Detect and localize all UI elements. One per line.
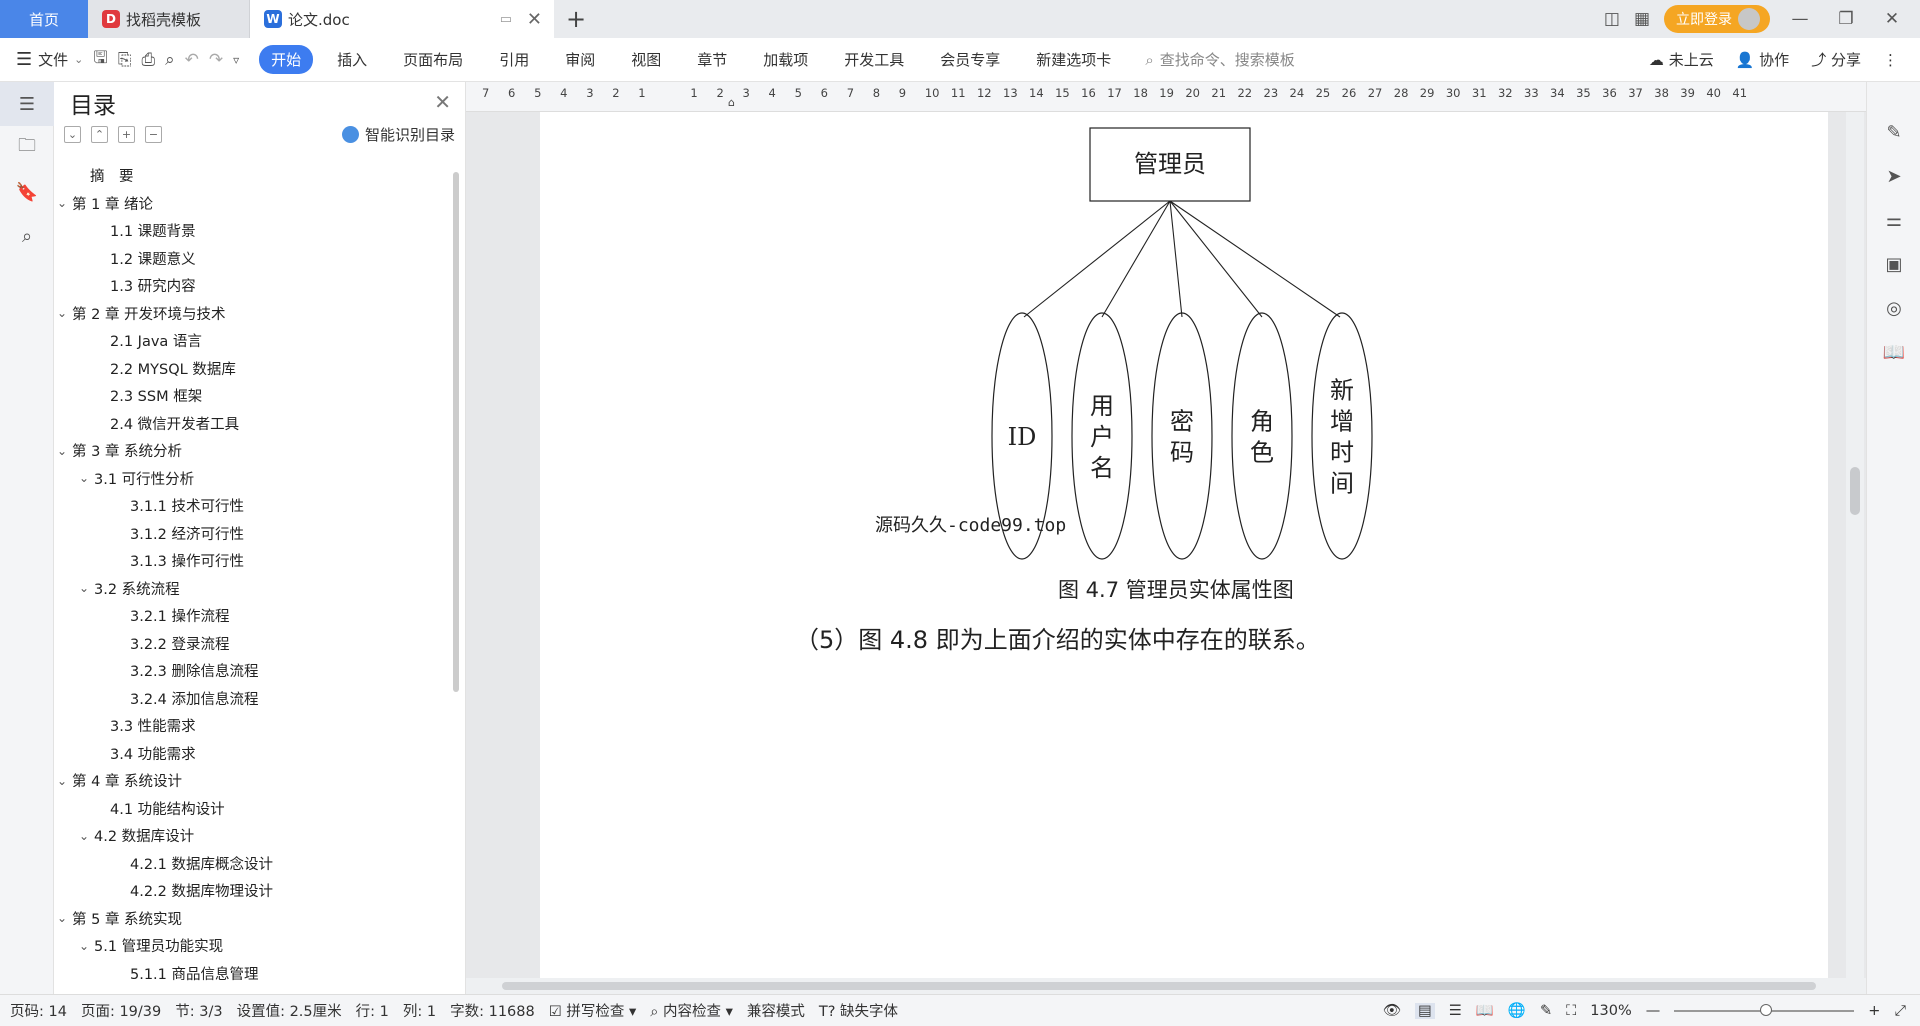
status-word-count[interactable]: 字数: 11688 — [450, 1000, 535, 1021]
compat-mode[interactable]: 兼容模式 — [747, 1000, 805, 1021]
font-icon: T? — [818, 1004, 836, 1020]
relation-line — [1101, 200, 1171, 318]
image-tools-icon[interactable]: ▣ — [1867, 242, 1920, 286]
doc-check-icon: ⌕ — [650, 1004, 659, 1020]
attribute-label: 户 — [1090, 423, 1114, 451]
attribute-label: 色 — [1250, 439, 1274, 467]
attribute-ellipse — [1311, 312, 1373, 560]
missing-font-label: 缺失字体 — [840, 1004, 899, 1020]
attribute-ellipse — [1231, 312, 1293, 560]
attribute-label: 用 — [1090, 392, 1114, 420]
horizontal-scroll-thumb[interactable] — [502, 982, 1816, 990]
zoom-level[interactable]: 130% — [1590, 1003, 1631, 1019]
missing-font-button[interactable]: T? 缺失字体 — [819, 1000, 898, 1021]
spell-check-label: 拼写检查 — [566, 1004, 625, 1020]
figure-caption: 图 4.7 管理员实体属性图 — [1058, 578, 1294, 602]
page-view-icon[interactable]: ▤ — [1415, 1002, 1435, 1019]
fit-page-icon[interactable]: ⛶ — [1566, 1003, 1576, 1019]
status-bar: 页码: 14 页面: 19/39 节: 3/3 设置值: 2.5厘米 行: 1 … — [0, 994, 1920, 1026]
zoom-in-icon[interactable]: + — [1868, 1003, 1880, 1019]
attribute-label: 时 — [1330, 439, 1354, 467]
attribute-group: ID 用户名 密码 角色 新增时间 — [991, 200, 1373, 560]
pen-icon[interactable]: ✎ — [1867, 110, 1920, 154]
zoom-out-icon[interactable]: — — [1646, 1003, 1661, 1019]
content-check-button[interactable]: ⌕ 内容检查 ▾ — [650, 1000, 733, 1021]
attribute-label: 码 — [1170, 439, 1194, 467]
relation-line — [1169, 200, 1341, 318]
zoom-slider[interactable] — [1674, 1003, 1855, 1016]
status-section[interactable]: 节: 3/3 — [175, 1000, 222, 1021]
outline-view-icon[interactable]: ☰ — [1449, 1003, 1462, 1019]
attribute-label: 名 — [1090, 454, 1114, 482]
attribute-label: 密 — [1170, 408, 1194, 436]
horizontal-scrollbar[interactable] — [466, 978, 1866, 994]
status-row[interactable]: 行: 1 — [356, 1000, 389, 1021]
attribute-label: 增 — [1330, 408, 1354, 436]
ai-assist-icon[interactable]: ◎ — [1867, 286, 1920, 330]
status-col[interactable]: 列: 1 — [403, 1000, 436, 1021]
attribute-label: 间 — [1330, 470, 1354, 498]
write-view-icon[interactable]: ✎ — [1540, 1003, 1552, 1019]
attribute-label: ID — [1008, 423, 1037, 451]
attribute-label: 新 — [1330, 377, 1354, 405]
checkbox-icon: ☑ — [548, 1004, 562, 1020]
relation-line — [1169, 200, 1263, 318]
spell-check-button[interactable]: ☑ 拼写检查 ▾ — [549, 1000, 637, 1021]
zoom-slider-knob[interactable] — [1760, 1003, 1773, 1016]
read-view-icon[interactable]: 📖 — [1476, 1002, 1494, 1019]
status-setting[interactable]: 设置值: 2.5厘米 — [237, 1000, 342, 1021]
web-view-icon[interactable]: 🌐 — [1508, 1002, 1526, 1019]
vertical-scrollbar[interactable] — [1846, 112, 1864, 978]
attribute-ellipse — [1151, 312, 1213, 560]
eye-protect-icon[interactable]: 👁 — [1383, 1002, 1401, 1019]
reader-icon[interactable]: 📖 — [1867, 330, 1920, 374]
right-toolbar: ✎ ➤ ⚌ ▣ ◎ 📖 — [1866, 82, 1920, 994]
body-paragraph: （5）图 4.8 即为上面介绍的实体中存在的联系。 — [795, 626, 1320, 654]
fullscreen-icon[interactable]: ⤢ — [1894, 1003, 1906, 1019]
status-pages[interactable]: 页面: 19/39 — [81, 1000, 161, 1021]
select-cursor-icon[interactable]: ➤ — [1867, 154, 1920, 198]
relation-line — [1169, 200, 1183, 318]
relation-line — [1023, 200, 1171, 318]
status-page-code[interactable]: 页码: 14 — [10, 1000, 67, 1021]
attribute-label: 角 — [1250, 408, 1274, 436]
watermark-text: 源码久久-code99.top — [875, 515, 1067, 536]
vertical-scroll-thumb[interactable] — [1850, 467, 1860, 515]
entity-label: 管理员 — [1134, 150, 1206, 178]
adjust-sliders-icon[interactable]: ⚌ — [1867, 198, 1920, 242]
content-check-label: 内容检查 — [662, 1004, 721, 1020]
